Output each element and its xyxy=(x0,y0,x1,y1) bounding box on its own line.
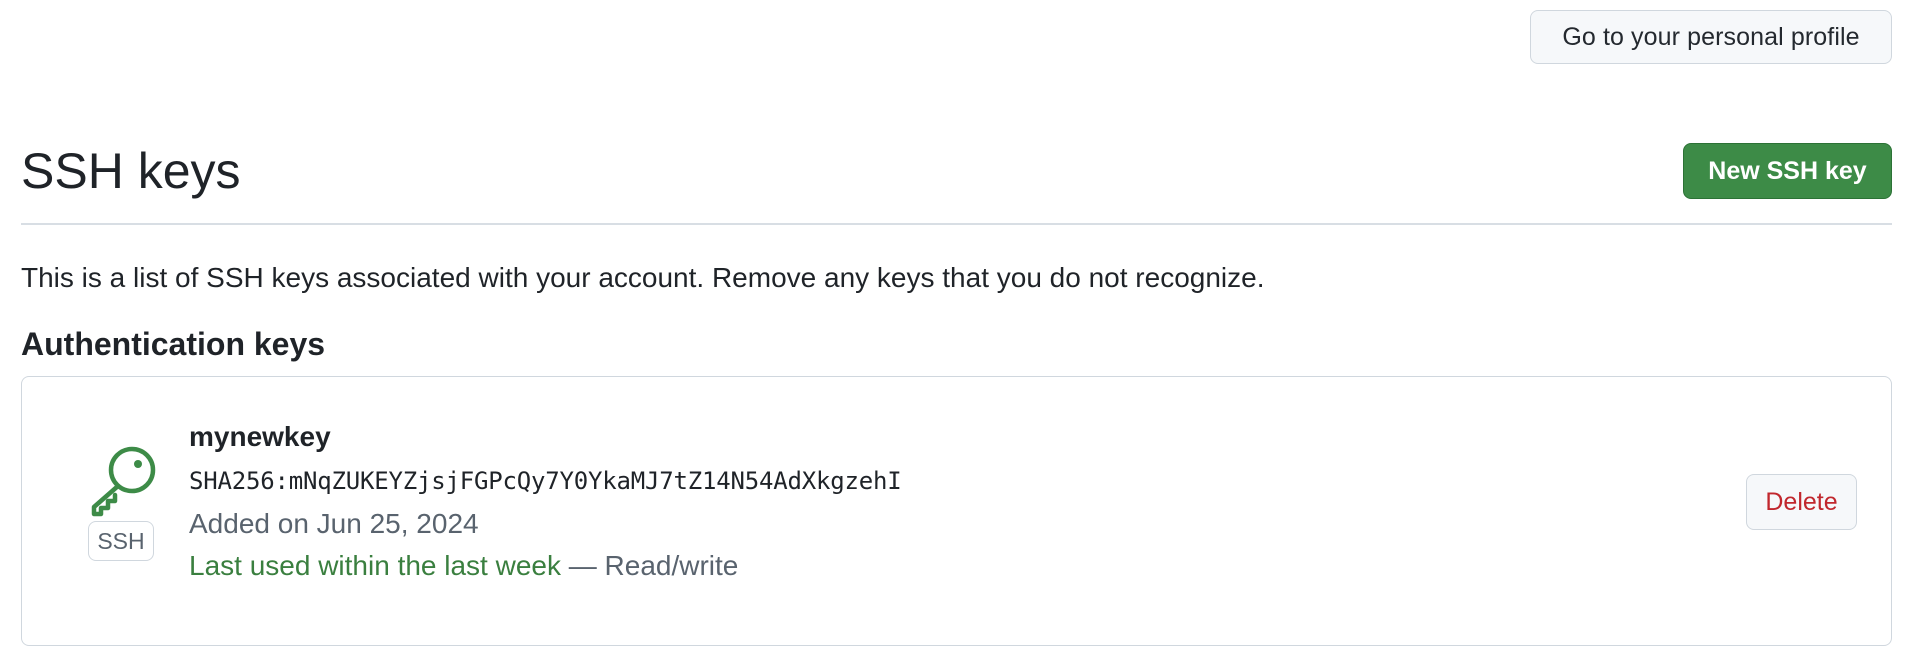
delete-key-button[interactable]: Delete xyxy=(1746,474,1857,530)
key-usage: Last used within the last week — Read/wr… xyxy=(189,548,738,584)
page-description: This is a list of SSH keys associated wi… xyxy=(21,262,1265,293)
authentication-keys-heading: Authentication keys xyxy=(21,326,326,362)
ssh-key-item: SSH mynewkey SHA256:mNqZUKEYZjsjFGPcQy7Y… xyxy=(21,376,1892,646)
key-fingerprint: SHA256:mNqZUKEYZjsjFGPcQy7Y0YkaMJ7tZ14N5… xyxy=(189,467,902,495)
ssh-type-badge: SSH xyxy=(88,521,154,561)
go-to-personal-profile-button[interactable]: Go to your personal profile xyxy=(1530,10,1892,64)
page-title: SSH keys xyxy=(21,143,241,199)
key-added-date: Added on Jun 25, 2024 xyxy=(189,508,479,539)
title-divider xyxy=(21,223,1892,225)
key-name: mynewkey xyxy=(189,421,331,452)
key-access-level: Read/write xyxy=(604,550,739,581)
key-icon xyxy=(88,445,156,517)
key-last-used: Last used within the last week xyxy=(189,550,561,581)
usage-separator: — xyxy=(560,550,605,581)
new-ssh-key-button[interactable]: New SSH key xyxy=(1683,143,1892,199)
